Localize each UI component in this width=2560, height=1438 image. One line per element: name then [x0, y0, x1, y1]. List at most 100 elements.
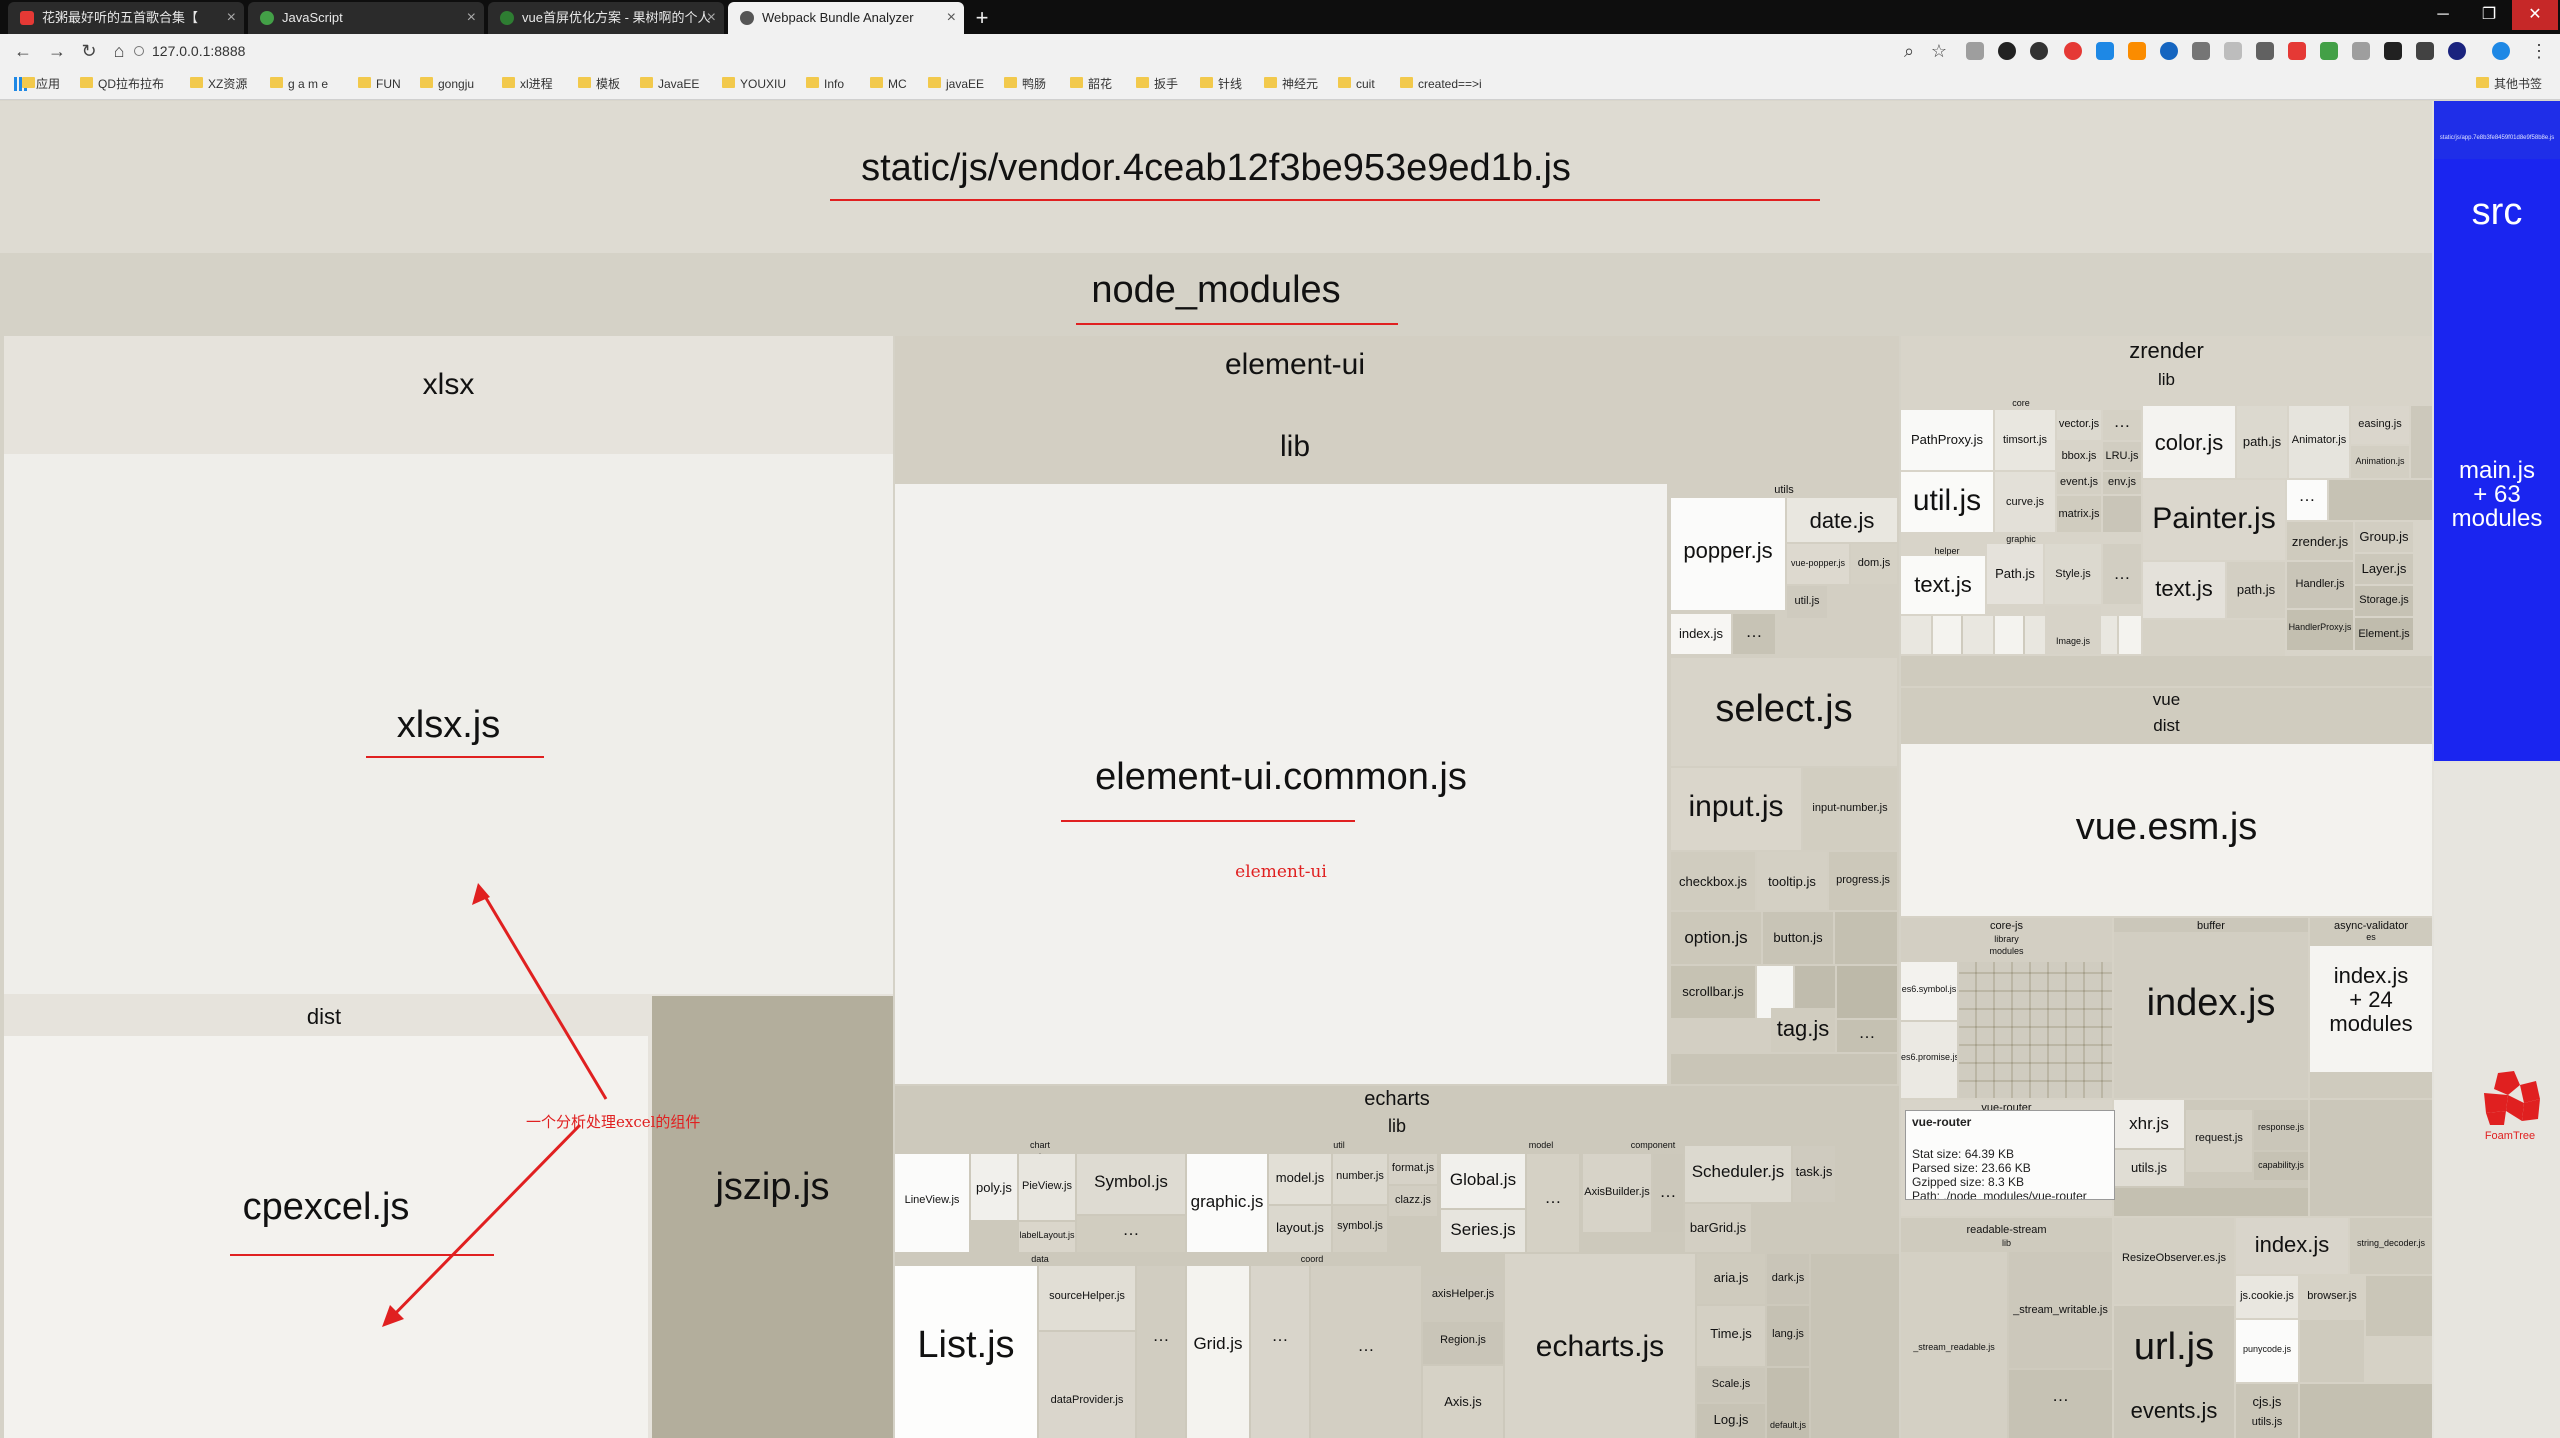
- axishelper-module[interactable]: axisHelper.js: [1423, 1276, 1503, 1320]
- bookmark-item[interactable]: FUN: [358, 75, 401, 93]
- profile-avatar-icon[interactable]: [2492, 42, 2510, 60]
- index2-module[interactable]: index.js: [2236, 1218, 2348, 1274]
- scheduler-module[interactable]: Scheduler.js: [1685, 1146, 1791, 1202]
- reload-icon[interactable]: ↻: [76, 39, 102, 63]
- text-graphic-module[interactable]: text.js: [1901, 556, 1985, 614]
- env-module[interactable]: env.js: [2103, 472, 2141, 494]
- color-module[interactable]: color.js: [2143, 406, 2235, 478]
- lineview-module[interactable]: LineView.js: [895, 1154, 969, 1252]
- echarts-group[interactable]: echarts lib chart pie LineView.js poly.j…: [895, 1086, 1899, 1438]
- js-cookie-module[interactable]: js.cookie.js: [2236, 1276, 2298, 1318]
- button-module[interactable]: button.js: [1763, 912, 1833, 964]
- lang-module[interactable]: lang.js: [1767, 1306, 1809, 1366]
- collapsed-modules[interactable]: [2300, 1384, 2432, 1438]
- bookmark-item[interactable]: XZ资源: [190, 75, 247, 93]
- bookmark-item[interactable]: YOUXIU: [722, 75, 786, 93]
- global-module[interactable]: Global.js: [1441, 1154, 1525, 1208]
- collapsed-modules[interactable]: [2310, 1100, 2432, 1216]
- scrollbar-module[interactable]: scrollbar.js: [1671, 966, 1755, 1018]
- bookmark-item[interactable]: MC: [870, 75, 907, 93]
- extension-icon[interactable]: [2384, 42, 2402, 60]
- popper-module[interactable]: popper.js: [1671, 498, 1785, 610]
- collapsed-modules[interactable]: …: [1653, 1154, 1683, 1232]
- sourcehelper-module[interactable]: sourceHelper.js: [1039, 1266, 1135, 1330]
- collapsed-modules[interactable]: [1671, 1054, 1897, 1084]
- extension-icon[interactable]: [1998, 42, 2016, 60]
- zoom-icon[interactable]: ⌕: [1896, 39, 1922, 63]
- scale-module[interactable]: Scale.js: [1697, 1368, 1765, 1402]
- buffer-group[interactable]: buffer index.js: [2114, 918, 2308, 1098]
- layer-module[interactable]: Layer.js: [2355, 554, 2413, 584]
- tab-3[interactable]: vue首屏优化方案 - 果树啊的个人 ×: [488, 2, 724, 34]
- group-module[interactable]: Group.js: [2355, 522, 2413, 552]
- extension-icon[interactable]: [2128, 42, 2146, 60]
- progress-module[interactable]: progress.js: [1829, 852, 1897, 910]
- xhr-module[interactable]: xhr.js: [2114, 1100, 2184, 1148]
- zrender-js-module[interactable]: zrender.js: [2287, 522, 2353, 560]
- animator-module[interactable]: Animator.js: [2289, 406, 2349, 478]
- animation-module[interactable]: Animation.js: [2351, 446, 2409, 478]
- bookmark-star-icon[interactable]: ☆: [1926, 39, 1952, 63]
- symbol-util-module[interactable]: symbol.js: [1333, 1206, 1387, 1252]
- request-module[interactable]: request.js: [2186, 1110, 2252, 1172]
- collapsed-modules[interactable]: …: [1527, 1154, 1579, 1252]
- collapsed-modules[interactable]: …: [1311, 1266, 1421, 1438]
- extension-icon[interactable]: [2320, 42, 2338, 60]
- collapsed-modules[interactable]: [2366, 1276, 2432, 1336]
- checkbox-module[interactable]: checkbox.js: [1671, 852, 1755, 910]
- stream-readable-module[interactable]: _stream_readable.js: [1901, 1252, 2007, 1438]
- handler-module[interactable]: Handler.js: [2287, 562, 2353, 608]
- restore-button[interactable]: ❐: [2466, 0, 2512, 30]
- close-tab-icon[interactable]: ×: [947, 2, 956, 34]
- easing-module[interactable]: easing.js: [2351, 406, 2409, 444]
- menu-kebab-icon[interactable]: ⋮: [2526, 39, 2552, 63]
- extension-icon[interactable]: [2448, 42, 2466, 60]
- collapsed-modules[interactable]: …: [2287, 480, 2327, 520]
- cpexcel-module[interactable]: cpexcel.js: [4, 1036, 648, 1438]
- close-tab-icon[interactable]: ×: [227, 2, 236, 34]
- element-ui-group[interactable]: element-ui lib element-ui.common.js elem…: [895, 336, 1899, 1438]
- collapsed-modules[interactable]: [1901, 656, 2432, 686]
- date-module[interactable]: date.js: [1787, 498, 1897, 542]
- axis-module[interactable]: Axis.js: [1423, 1366, 1503, 1438]
- extension-icon[interactable]: [2224, 42, 2242, 60]
- es6-promise-module[interactable]: es6.promise.js: [1901, 1022, 1957, 1098]
- storage-module[interactable]: Storage.js: [2355, 586, 2413, 616]
- es6-symbol-module[interactable]: es6.symbol.js: [1901, 962, 1957, 1020]
- string-decoder-module[interactable]: string_decoder.js: [2350, 1218, 2432, 1274]
- collapsed-modules[interactable]: …: [1137, 1266, 1185, 1438]
- collapsed-modules[interactable]: …: [1251, 1266, 1309, 1438]
- bookmark-item[interactable]: 针线: [1200, 75, 1242, 93]
- vue-popper-module[interactable]: vue-popper.js: [1787, 544, 1849, 584]
- extension-icon[interactable]: [1966, 42, 1984, 60]
- vendor-chunk[interactable]: static/js/vendor.4ceab12f3be953e9ed1b.js…: [0, 101, 2432, 1438]
- bookmark-item[interactable]: g a m e: [270, 75, 328, 93]
- minimize-button[interactable]: ─: [2420, 0, 2466, 30]
- collapsed-modules[interactable]: [2143, 620, 2285, 656]
- list-module[interactable]: List.js: [895, 1266, 1037, 1438]
- graphic-module[interactable]: graphic.js: [1187, 1154, 1267, 1252]
- pieview-module[interactable]: PieView.js: [1019, 1154, 1075, 1220]
- default-module[interactable]: default.js: [1767, 1368, 1809, 1438]
- collapsed-modules[interactable]: …: [1077, 1216, 1185, 1252]
- path-graphic-module[interactable]: path.js: [2227, 562, 2285, 618]
- tab-1[interactable]: 花粥最好听的五首歌合集【 ×: [8, 2, 244, 34]
- utils-axios-module[interactable]: utils.js: [2114, 1150, 2184, 1186]
- format-module[interactable]: format.js: [1389, 1154, 1437, 1184]
- bookmark-item[interactable]: cuit: [1338, 75, 1375, 93]
- dark-module[interactable]: dark.js: [1767, 1254, 1809, 1304]
- xlsx-js-module[interactable]: xlsx.js: [4, 454, 893, 994]
- opera-extension-icon[interactable]: [2064, 42, 2082, 60]
- util-z-module[interactable]: util.js: [1901, 472, 1993, 532]
- new-tab-button[interactable]: +: [968, 4, 996, 32]
- event-module[interactable]: event.js: [2057, 472, 2101, 494]
- collapsed-modules[interactable]: [2329, 480, 2432, 520]
- echarts-js-module[interactable]: echarts.js: [1505, 1254, 1695, 1438]
- stream-writable-module[interactable]: _stream_writable.js: [2009, 1252, 2112, 1368]
- extension-icon[interactable]: [2416, 42, 2434, 60]
- bookmark-item[interactable]: JavaEE: [640, 75, 699, 93]
- timsort-module[interactable]: timsort.js: [1995, 410, 2055, 470]
- image-module[interactable]: Image.js: [2045, 606, 2101, 654]
- small-corejs-modules[interactable]: [1959, 962, 2112, 1098]
- bbox-module[interactable]: bbox.js: [2057, 442, 2101, 470]
